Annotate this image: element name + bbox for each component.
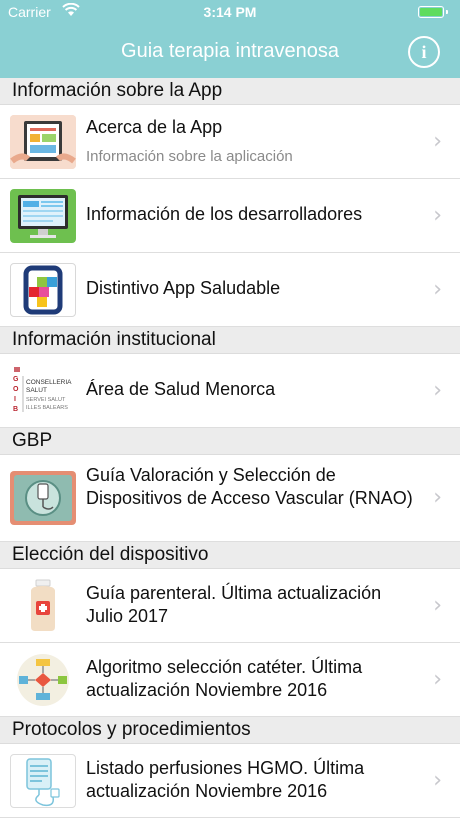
row-title: Área de Salud Menorca	[86, 379, 276, 399]
row-title: Guía parenteral. Última actualización Ju…	[86, 583, 382, 626]
row-guia-valoracion[interactable]: Guía Valoración y Selección de Dispositi…	[0, 455, 460, 542]
monitor-thumbnail-icon	[10, 189, 76, 243]
row-desarrolladores[interactable]: Información de los desarrolladores ›	[0, 179, 460, 253]
svg-text:B: B	[13, 406, 18, 413]
info-icon[interactable]: i	[408, 36, 440, 68]
chevron-right-icon: ›	[433, 203, 442, 228]
section-header-app-info: Información sobre la App	[0, 78, 460, 105]
row-distintivo[interactable]: Distintivo App Saludable ›	[0, 253, 460, 327]
row-title: Listado perfusiones HGMO. Última actuali…	[86, 758, 365, 801]
navigation-bar: Guia terapia intravenosa i	[0, 26, 460, 78]
row-title: Acerca de la App	[86, 117, 223, 137]
chevron-right-icon: ›	[433, 485, 442, 510]
row-guia-parenteral[interactable]: Guía parenteral. Última actualización Ju…	[0, 569, 460, 643]
clock-label: 3:14 PM	[203, 4, 257, 20]
section-header-protocolos: Protocolos y procedimientos	[0, 717, 460, 744]
flowchart-icon	[10, 653, 76, 707]
chevron-right-icon: ›	[433, 768, 442, 793]
goib-conselleria-logo-icon: G O I B CONSELLERIA SALUT SERVEI SALUT I…	[10, 364, 76, 418]
chevron-right-icon: ›	[433, 667, 442, 692]
app-saludable-logo-icon	[10, 263, 76, 317]
battery-icon	[418, 6, 448, 18]
section-header-eleccion-dispositivo: Elección del dispositivo	[0, 542, 460, 569]
iv-device-thumbnail-icon	[10, 471, 76, 525]
iv-bag-icon	[10, 754, 76, 808]
row-title: Algoritmo selección catéter. Última actu…	[86, 657, 363, 700]
svg-text:CONSELLERIA: CONSELLERIA	[26, 379, 72, 386]
row-algoritmo-cateter[interactable]: Algoritmo selección catéter. Última actu…	[0, 643, 460, 717]
chevron-right-icon: ›	[433, 378, 442, 403]
svg-text:O: O	[13, 386, 19, 393]
chevron-right-icon: ›	[433, 277, 442, 302]
section-header-institucional: Información institucional	[0, 327, 460, 354]
svg-text:ILLES BALEARS: ILLES BALEARS	[26, 405, 68, 411]
row-title: Distintivo App Saludable	[86, 278, 281, 298]
row-area-salud-menorca[interactable]: G O I B CONSELLERIA SALUT SERVEI SALUT I…	[0, 354, 460, 428]
section-header-gbp: GBP	[0, 428, 460, 455]
chevron-right-icon: ›	[433, 129, 442, 154]
menu-list: Información sobre la App Acerca de la Ap…	[0, 78, 460, 818]
chevron-right-icon: ›	[433, 593, 442, 618]
svg-text:SERVEI SALUT: SERVEI SALUT	[26, 397, 66, 403]
row-title: Información de los desarrolladores	[86, 204, 363, 224]
parenteral-bottle-icon	[10, 579, 76, 633]
svg-text:G: G	[13, 376, 19, 383]
svg-text:SALUT: SALUT	[26, 387, 47, 394]
row-subtitle: Información sobre la aplicación	[86, 148, 293, 165]
nav-title: Guia terapia intravenosa	[121, 40, 339, 62]
svg-text:I: I	[14, 396, 16, 403]
row-title: Guía Valoración y Selección de Dispositi…	[86, 465, 413, 508]
row-listado-perfusiones[interactable]: Listado perfusiones HGMO. Última actuali…	[0, 744, 460, 818]
app-screen-thumbnail-icon	[10, 115, 76, 169]
row-acerca-app[interactable]: Acerca de la App Información sobre la ap…	[0, 105, 460, 179]
status-bar: Carrier 3:14 PM	[0, 0, 460, 26]
